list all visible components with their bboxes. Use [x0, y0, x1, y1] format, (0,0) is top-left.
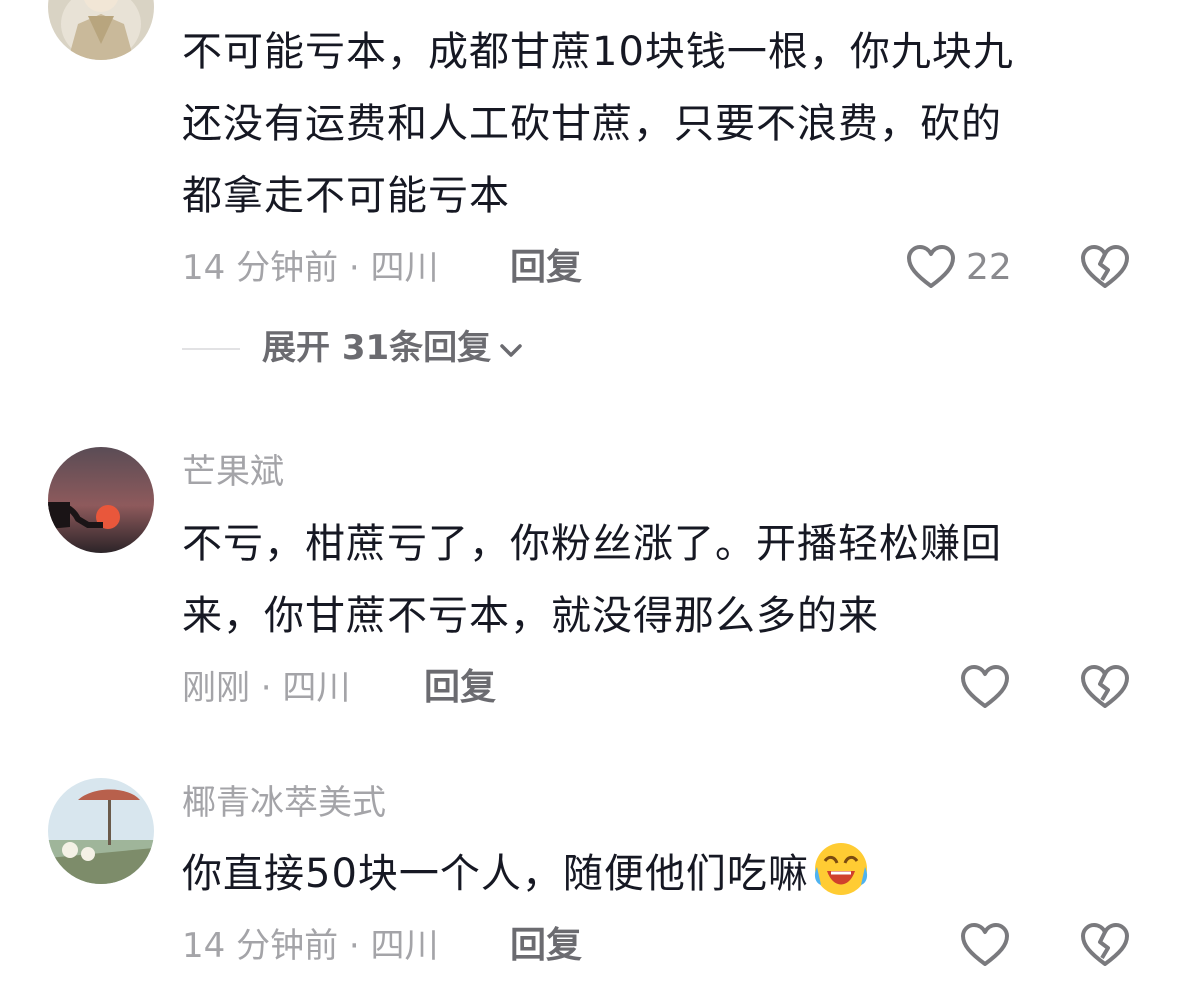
laughing-crying-emoji: [813, 841, 869, 897]
broken-heart-icon[interactable]: [1080, 244, 1130, 290]
expand-replies-button[interactable]: 展开 31条回复: [262, 328, 523, 368]
like-count: 22: [966, 247, 1012, 288]
reply-button[interactable]: 回复: [510, 926, 582, 966]
broken-heart-icon[interactable]: [1080, 664, 1130, 710]
comment-meta: 14 分钟前 · 四川: [182, 248, 439, 288]
divider: [182, 348, 240, 350]
comment-line: 还没有运费和人工砍甘蔗，只要不浪费，砍的: [182, 101, 1002, 147]
chevron-down-icon: [499, 328, 523, 368]
avatar[interactable]: [48, 778, 154, 884]
avatar[interactable]: [48, 447, 154, 553]
comment-line: 不可能亏本，成都甘蔗10块钱一根，你九块九: [182, 29, 1014, 75]
reply-button[interactable]: 回复: [510, 248, 582, 288]
reply-button[interactable]: 回复: [424, 668, 496, 708]
comment-line: 都拿走不可能亏本: [182, 173, 510, 219]
comment-line-text: 你直接50块一个人，随便他们吃嘛: [182, 851, 809, 897]
comment-meta: 14 分钟前 · 四川: [182, 926, 439, 966]
username[interactable]: 芒果斌: [182, 452, 284, 492]
comment-text: 不亏，柑蔗亏了，你粉丝涨了。开播轻松赚回 来，你甘蔗不亏本，就没得那么多的来: [182, 508, 1142, 652]
heart-outline-icon[interactable]: [906, 244, 956, 290]
broken-heart-icon[interactable]: [1080, 922, 1130, 968]
heart-outline-icon[interactable]: [960, 664, 1010, 710]
comment-line: 你直接50块一个人，随便他们吃嘛: [182, 838, 1142, 910]
heart-outline-icon[interactable]: [960, 922, 1010, 968]
comment-text: 你直接50块一个人，随便他们吃嘛: [182, 838, 1142, 910]
comment-text: 不可能亏本，成都甘蔗10块钱一根，你九块九 还没有运费和人工砍甘蔗，只要不浪费，…: [182, 16, 1142, 232]
comment-meta: 刚刚 · 四川: [182, 668, 351, 708]
avatar[interactable]: [48, 0, 154, 60]
expand-replies-label: 展开 31条回复: [262, 328, 492, 368]
username[interactable]: 椰青冰萃美式: [182, 783, 386, 823]
comment-line: 来，你甘蔗不亏本，就没得那么多的来: [182, 593, 879, 639]
comment-line: 不亏，柑蔗亏了，你粉丝涨了。开播轻松赚回: [182, 521, 1002, 567]
